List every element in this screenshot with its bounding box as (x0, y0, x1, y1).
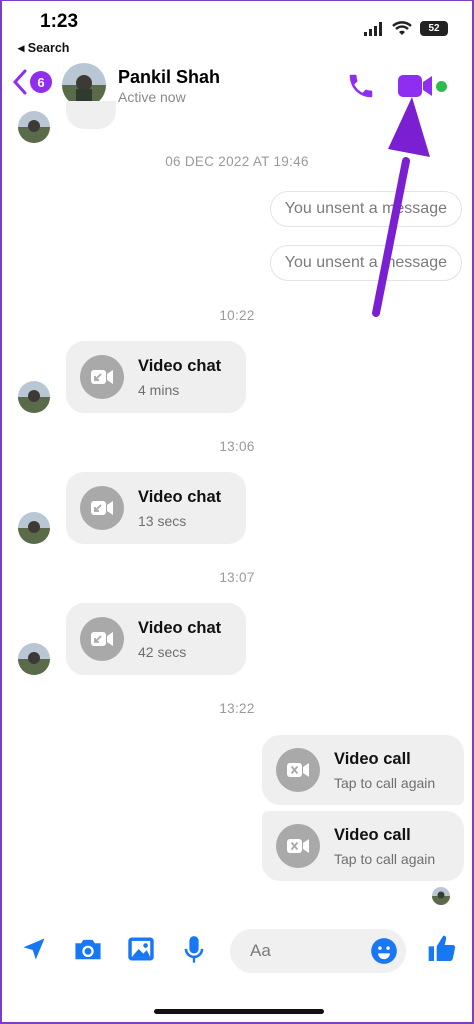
composer-bar: Aa (2, 921, 472, 981)
video-chat-bubble[interactable]: Video chat 13 secs (66, 472, 246, 544)
video-call-ended-icon (276, 824, 320, 868)
status-bar: 1:23 ◂ Search 52 (2, 1, 472, 61)
call-duration: 42 secs (138, 643, 187, 660)
missed-video-icon (80, 486, 124, 530)
missed-video-icon (80, 617, 124, 661)
message-input[interactable]: Aa (230, 929, 406, 973)
contact-name[interactable]: Pankil Shah (118, 67, 220, 88)
gallery-icon[interactable] (126, 935, 156, 963)
video-call-bubble[interactable]: Video call Tap to call again (262, 811, 464, 881)
battery-icon: 52 (420, 21, 448, 36)
signal-icon (364, 21, 382, 36)
seen-receipt-avatar (432, 887, 450, 905)
call-title: Video chat (138, 487, 222, 506)
back-button[interactable]: 6 (12, 69, 52, 95)
back-to-search-link[interactable]: ◂ Search (18, 40, 69, 55)
call-title: Video call (334, 749, 411, 768)
status-time: 1:23 (40, 11, 79, 32)
camera-icon[interactable] (72, 935, 104, 963)
timestamp: 13:06 (219, 439, 255, 454)
video-call-ended-icon (276, 748, 320, 792)
send-location-icon[interactable] (20, 935, 48, 963)
call-title: Video call (334, 825, 411, 844)
message-input-placeholder: Aa (250, 941, 271, 960)
thumbs-up-icon[interactable] (426, 933, 458, 965)
timestamp: 13:22 (219, 701, 255, 716)
video-call-bubble[interactable]: Video call Tap to call again (262, 735, 464, 805)
call-duration: 13 secs (138, 512, 187, 529)
sender-avatar (18, 381, 50, 413)
call-duration: 4 mins (138, 381, 180, 398)
microphone-icon[interactable] (182, 935, 206, 965)
video-chat-bubble[interactable]: Video chat 4 mins (66, 341, 246, 413)
sender-avatar (18, 111, 50, 143)
call-title: Video chat (138, 356, 222, 375)
sender-avatar (18, 643, 50, 675)
home-indicator (154, 1009, 324, 1014)
missed-video-icon (80, 355, 124, 399)
emoji-icon[interactable] (370, 937, 398, 965)
sender-avatar (18, 512, 50, 544)
status-icons: 52 (364, 21, 448, 36)
wifi-icon (392, 21, 412, 35)
call-title: Video chat (138, 618, 222, 637)
call-action-hint: Tap to call again (334, 850, 436, 867)
contact-status: Active now (118, 89, 186, 105)
unread-badge: 6 (30, 71, 52, 93)
call-action-hint: Tap to call again (334, 774, 436, 791)
chevron-left-icon (12, 69, 27, 95)
annotation-arrow (372, 97, 430, 317)
video-chat-bubble[interactable]: Video chat 42 secs (66, 603, 246, 675)
timestamp: 13:07 (219, 570, 255, 585)
partial-message-bubble (66, 101, 116, 129)
